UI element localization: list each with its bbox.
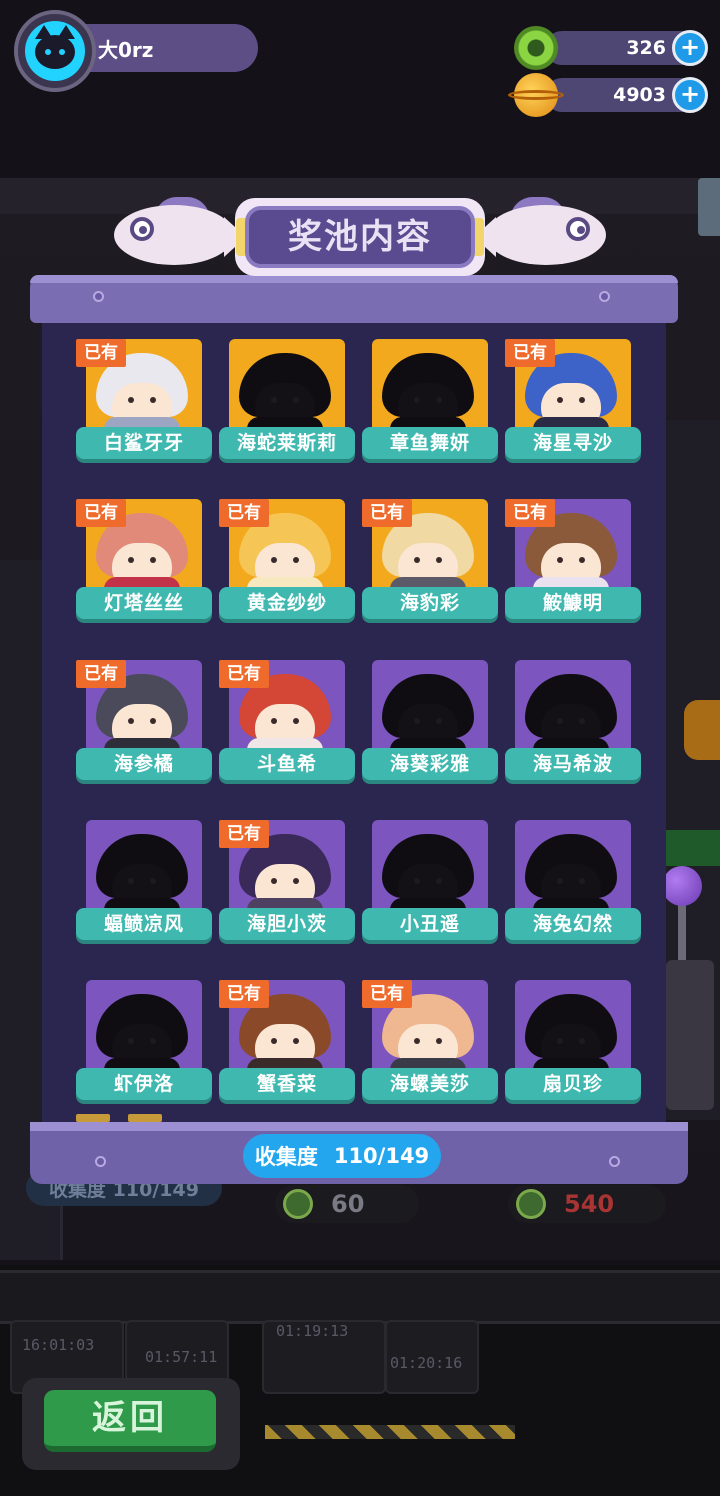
player-name: 大0rz	[98, 38, 154, 62]
add-coins-button[interactable]: +	[672, 77, 708, 113]
background-counter-right: 540	[508, 1185, 666, 1223]
owned-badge: 已有	[219, 660, 269, 688]
character-card[interactable]: 黄金纱纱 已有	[219, 499, 363, 629]
character-name: 海参橘	[76, 748, 212, 780]
scissors-icon[interactable]	[698, 178, 720, 236]
donut-icon	[516, 1189, 546, 1219]
character-card[interactable]: 虾伊洛	[76, 980, 220, 1110]
owned-badge: 已有	[76, 339, 126, 367]
character-name: 蟹香菜	[219, 1068, 355, 1100]
rivet	[93, 291, 104, 302]
character-card[interactable]: 海葵彩雅	[362, 660, 506, 790]
back-button[interactable]: 返回	[44, 1390, 216, 1452]
character-name: 鮟鱇明	[505, 587, 641, 619]
character-name: 黄金纱纱	[219, 587, 355, 619]
gem-count: 326	[626, 37, 666, 59]
rivet	[599, 291, 610, 302]
background-timer: 01:19:13	[276, 1322, 349, 1340]
character-card[interactable]: 蟹香菜 已有	[219, 980, 363, 1110]
background-timer: 16:01:03	[22, 1336, 95, 1354]
coin-count: 4903	[613, 84, 666, 106]
add-gems-button[interactable]: +	[672, 30, 708, 66]
modal-header-edge	[30, 275, 678, 283]
character-card[interactable]: 海豹彩 已有	[362, 499, 506, 629]
character-name: 海胆小茨	[219, 908, 355, 940]
right-fish-ornament	[474, 195, 606, 273]
character-name: 小丑遥	[362, 908, 498, 940]
character-card[interactable]: 章鱼舞妍	[362, 339, 506, 469]
rivet	[609, 1156, 620, 1167]
background-hazard-stripe	[265, 1425, 515, 1439]
modal-footer-edge	[30, 1122, 688, 1131]
owned-badge: 已有	[219, 980, 269, 1008]
donut-icon	[283, 1189, 313, 1219]
character-name: 白鲨牙牙	[76, 427, 212, 459]
character-card[interactable]: 小丑遥	[362, 820, 506, 950]
lever-stick	[678, 900, 686, 960]
character-card[interactable]: 海螺美莎 已有	[362, 980, 506, 1110]
character-card[interactable]: 灯塔丝丝 已有	[76, 499, 220, 629]
character-name: 海蛇莱斯莉	[219, 427, 355, 459]
owned-badge: 已有	[505, 339, 555, 367]
modal-title: 奖池内容	[288, 217, 432, 257]
background-counter-left: 60	[275, 1185, 419, 1223]
collection-progress: 收集度 110/149	[243, 1134, 441, 1178]
page-indicator	[76, 1114, 110, 1122]
character-name: 灯塔丝丝	[76, 587, 212, 619]
owned-badge: 已有	[76, 660, 126, 688]
background-shelf	[0, 1270, 720, 1324]
background-timer: 01:57:11	[145, 1348, 218, 1366]
background-green-sign	[660, 830, 720, 866]
character-name: 海豹彩	[362, 587, 498, 619]
collection-value: 110/149	[333, 1144, 430, 1168]
character-card[interactable]: 海马希波	[505, 660, 649, 790]
character-name: 蝠鲼凉风	[76, 908, 212, 940]
owned-badge: 已有	[362, 499, 412, 527]
character-name: 扇贝珍	[505, 1068, 641, 1100]
character-card[interactable]: 白鲨牙牙 已有	[76, 339, 220, 469]
background-orb	[684, 700, 720, 760]
avatar[interactable]	[14, 10, 96, 92]
background-counter-right-value: 540	[564, 1190, 615, 1218]
owned-badge: 已有	[219, 499, 269, 527]
owned-badge: 已有	[76, 499, 126, 527]
character-card[interactable]: 海参橘 已有	[76, 660, 220, 790]
character-card[interactable]: 海胆小茨 已有	[219, 820, 363, 950]
background-timer: 01:20:16	[390, 1354, 463, 1372]
lever-knob[interactable]	[662, 866, 702, 906]
character-name: 海马希波	[505, 748, 641, 780]
character-card[interactable]: 斗鱼希 已有	[219, 660, 363, 790]
prize-pool-grid[interactable]: 白鲨牙牙 已有 海蛇莱斯莉 章鱼舞妍 海星寻沙 已有 灯塔丝丝 已有 黄金纱纱 已有 海豹彩 已有 鮟鱇…	[42, 323, 666, 1128]
character-card[interactable]: 海蛇莱斯莉	[219, 339, 363, 469]
page-indicator	[128, 1114, 162, 1122]
character-card[interactable]: 鮟鱇明 已有	[505, 499, 649, 629]
character-name: 章鱼舞妍	[362, 427, 498, 459]
owned-badge: 已有	[219, 820, 269, 848]
cat-avatar-icon	[25, 21, 85, 81]
owned-badge: 已有	[505, 499, 555, 527]
character-name: 虾伊洛	[76, 1068, 212, 1100]
collection-label: 收集度	[254, 1145, 318, 1169]
character-name: 海兔幻然	[505, 908, 641, 940]
character-card[interactable]: 海兔幻然	[505, 820, 649, 950]
left-fish-ornament	[114, 195, 246, 273]
character-name: 斗鱼希	[219, 748, 355, 780]
character-name: 海星寻沙	[505, 427, 641, 459]
character-name: 海葵彩雅	[362, 748, 498, 780]
owned-badge: 已有	[362, 980, 412, 1008]
rivet	[95, 1156, 106, 1167]
background-counter-left-value: 60	[331, 1190, 365, 1218]
character-card[interactable]: 扇贝珍	[505, 980, 649, 1110]
lever-base	[666, 960, 714, 1110]
character-card[interactable]: 蝠鲼凉风	[76, 820, 220, 950]
character-card[interactable]: 海星寻沙 已有	[505, 339, 649, 469]
character-name: 海螺美莎	[362, 1068, 498, 1100]
